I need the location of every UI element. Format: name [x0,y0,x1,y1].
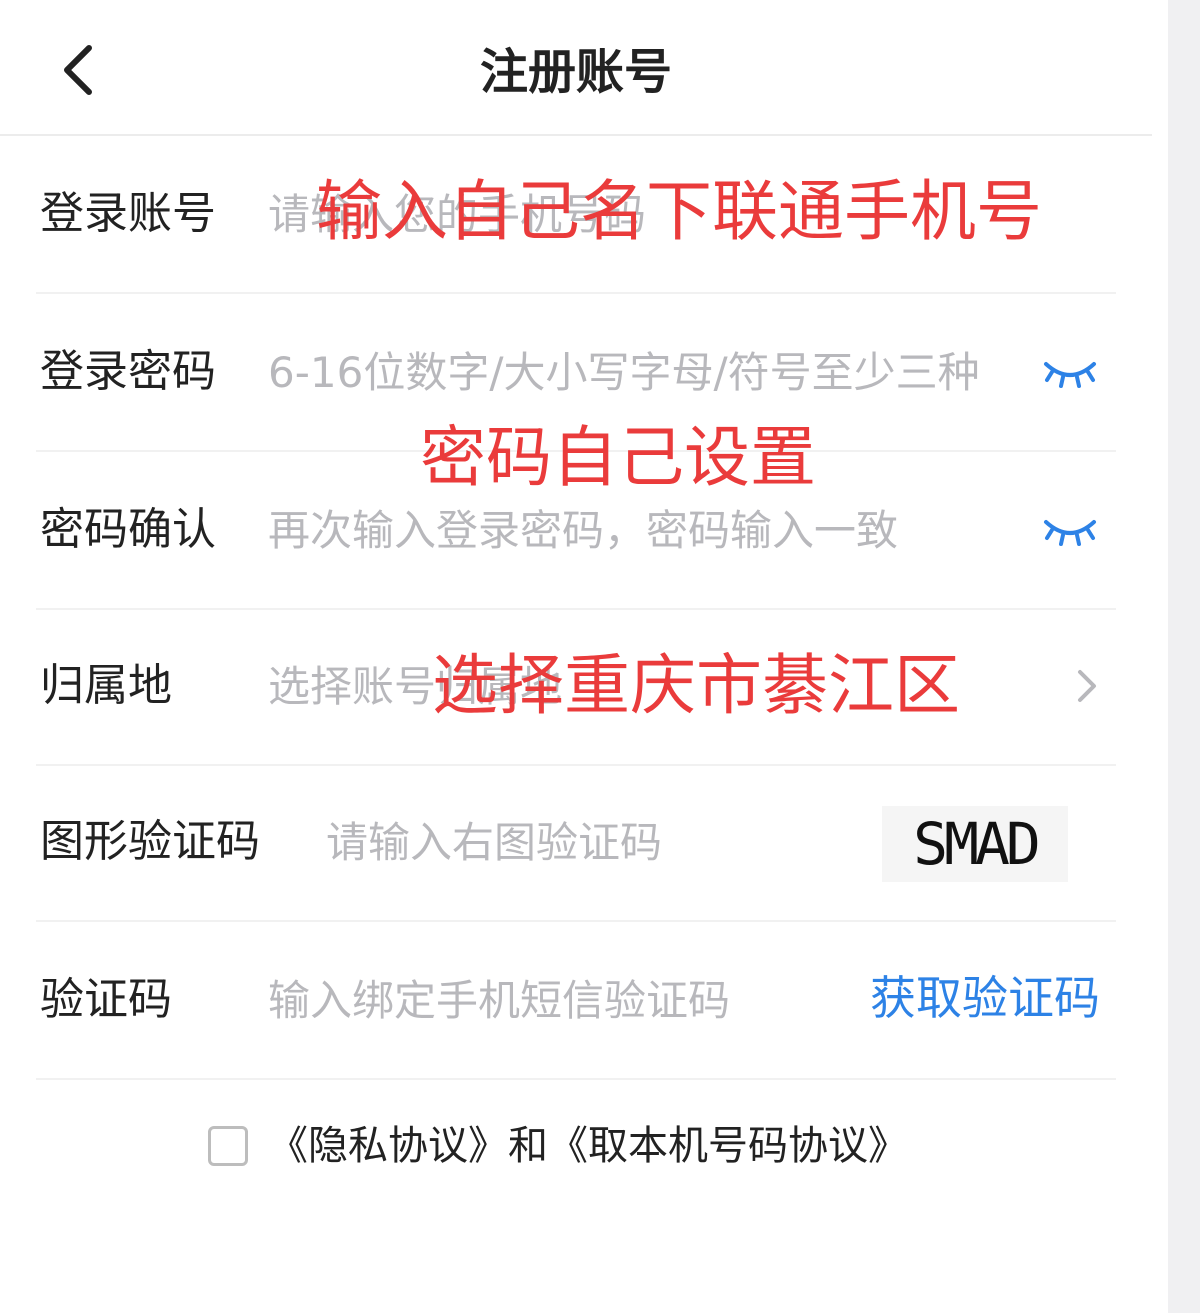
region-input[interactable] [268,648,1048,724]
get-code-button[interactable]: 获取验证码 [870,966,1100,1030]
agreement-checkbox[interactable] [208,1126,248,1166]
right-edge-strip [1168,0,1200,1313]
region-selector[interactable]: 归属地 选择重庆市綦江区 [36,608,1116,766]
confirm-input[interactable] [268,492,1038,568]
confirm-row: 密码确认 [36,452,1116,610]
captcha-image[interactable]: SMAD [882,806,1068,882]
confirm-label: 密码确认 [40,504,216,555]
agreement-row: 《隐私协议》和《取本机号码协议》 [208,1118,908,1174]
region-label: 归属地 [40,660,172,711]
captcha-input[interactable] [326,804,856,880]
account-input[interactable] [268,176,1088,252]
sms-code-label: 验证码 [40,974,172,1025]
account-label: 登录账号 [40,188,216,239]
header-bar: 注册账号 [0,0,1152,136]
password-input[interactable] [268,334,1038,410]
chevron-right-icon [1078,670,1096,702]
page-title: 注册账号 [479,44,672,100]
password-label: 登录密码 [40,346,216,397]
account-row: 登录账号 输入自己名下联通手机号 [36,136,1116,294]
sms-code-input[interactable] [268,962,848,1038]
agreement-text[interactable]: 《隐私协议》和《取本机号码协议》 [268,1118,908,1174]
captcha-label: 图形验证码 [40,816,260,867]
password-row: 登录密码 [36,294,1116,452]
captcha-row: 图形验证码 SMAD [36,764,1116,922]
eye-closed-icon[interactable] [1040,512,1100,552]
eye-closed-icon[interactable] [1040,354,1100,394]
sms-code-row: 验证码 获取验证码 [36,922,1116,1080]
register-page: 注册账号 登录账号 输入自己名下联通手机号 登录密码 密码自己设置 密码确认 [0,0,1168,1313]
